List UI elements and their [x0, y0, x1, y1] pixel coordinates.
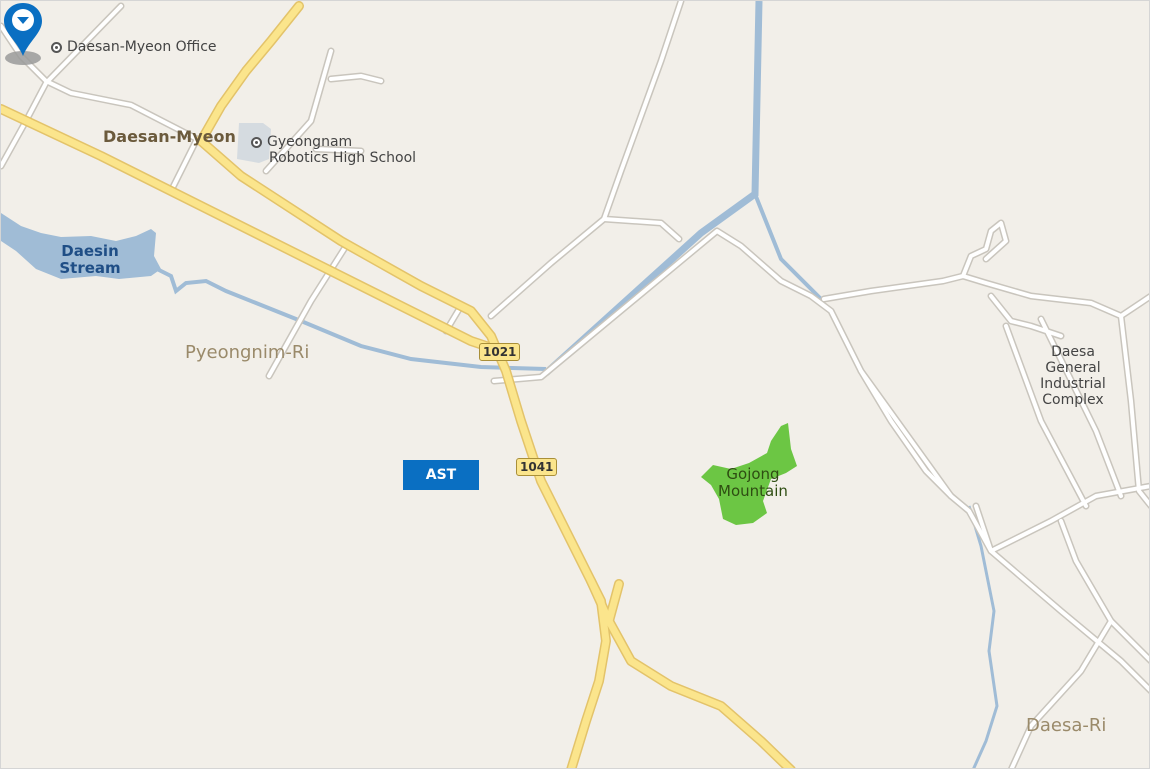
office-label[interactable]: Daesan-Myeon Office	[51, 39, 217, 55]
map-canvas[interactable]: Daesan-Myeon Office Daesan-Myeon Gyeongn…	[0, 0, 1150, 769]
route-shield-1041: 1041	[516, 458, 558, 476]
major-roads-casing	[1, 1, 796, 768]
minor-roads-casing	[1, 1, 1149, 768]
minor-roads	[1, 1, 1149, 768]
canal-1	[543, 1, 763, 376]
stream-label: Daesin Stream	[59, 242, 121, 278]
complex-label: Daesa General Industrial Complex	[1040, 344, 1106, 409]
myeon-label: Daesan-Myeon	[103, 127, 236, 146]
poi-circle-icon	[51, 41, 62, 53]
map-layer	[1, 1, 1149, 768]
route-shield-1021: 1021	[479, 343, 521, 361]
daesari-label: Daesa-Ri	[1026, 715, 1107, 736]
major-roads	[1, 2, 794, 768]
school-label[interactable]: Gyeongnam Robotics High School	[251, 134, 416, 166]
poi-circle-icon	[251, 136, 262, 148]
ast-marker-label[interactable]: AST	[403, 460, 479, 490]
mountain-label: Gojong Mountain	[718, 465, 788, 501]
map-pin-icon[interactable]	[1, 1, 45, 67]
pyeongnim-label: Pyeongnim-Ri	[185, 342, 310, 363]
